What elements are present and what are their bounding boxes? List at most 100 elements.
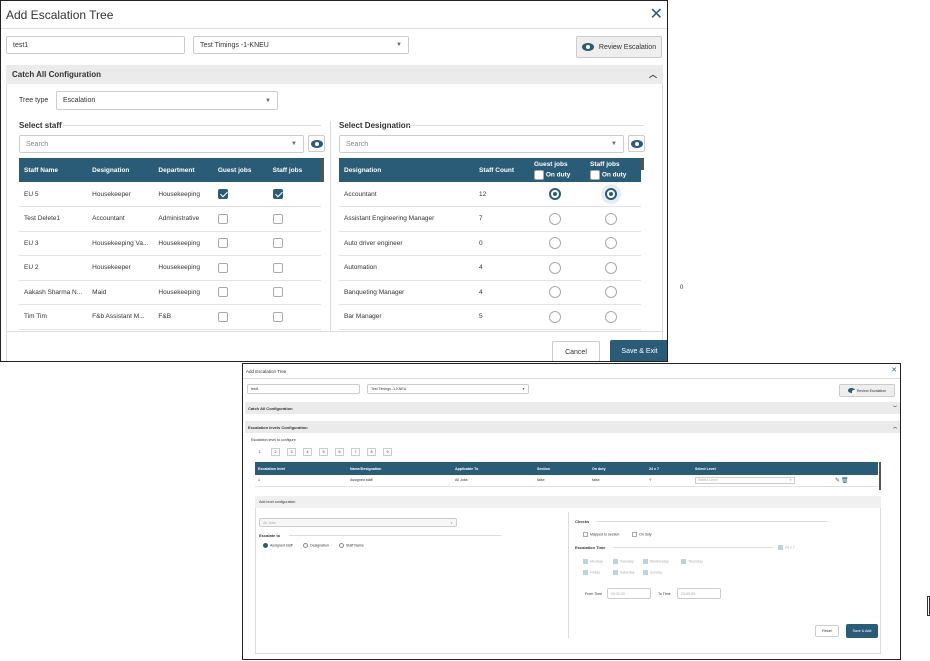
checkbox[interactable] (583, 532, 588, 537)
checkbox[interactable] (583, 570, 588, 575)
designation-review-button[interactable] (628, 135, 645, 152)
staff-jobs-radio[interactable] (605, 286, 617, 299)
cancel-button[interactable]: Cancel (552, 341, 600, 361)
staff-search-input[interactable]: Search ▼ (19, 135, 304, 153)
table-row[interactable]: Aakash Sharma N... Maid Housekeeping (19, 280, 321, 305)
checkbox[interactable] (643, 570, 648, 575)
staff-jobs-radio[interactable] (605, 188, 617, 200)
table-row[interactable]: EU 5 Housekeeper Housekeeping (19, 182, 321, 207)
checkbox[interactable] (643, 559, 648, 564)
table-row[interactable]: Auto driver engineer 0 (339, 231, 641, 256)
tree-name-input[interactable]: test1 (247, 384, 360, 394)
catch-all-section-header[interactable]: Catch All Configuration ﹀ (245, 402, 900, 414)
staff-jobs-checkbox[interactable] (272, 189, 283, 199)
staff-jobs-radio[interactable] (605, 237, 617, 250)
day-checkbox[interactable]: Wednesday (643, 559, 669, 564)
radio[interactable] (263, 543, 268, 548)
reset-button[interactable]: Reset (815, 625, 839, 637)
close-icon[interactable]: ✕ (650, 4, 663, 24)
checkbox[interactable] (632, 532, 637, 537)
level-button[interactable]: 2 (271, 448, 280, 456)
escalate-option-assigned[interactable]: Assigned staff (263, 543, 293, 548)
checkbox[interactable] (590, 169, 600, 180)
catch-all-section-header[interactable]: Catch All Configuration ︿ (6, 65, 663, 84)
checkbox[interactable] (613, 559, 618, 564)
levels-section-header[interactable]: Escalation levels Configuration ︿ (245, 421, 900, 433)
escalate-option-staff[interactable]: Staff Name (339, 543, 364, 548)
guest-jobs-checkbox[interactable] (217, 238, 228, 249)
guest-jobs-radio[interactable] (549, 237, 561, 250)
applicable-to-select[interactable]: All Jobs ▼ (259, 518, 457, 527)
scrollbar[interactable] (641, 158, 644, 170)
level-button[interactable]: 8 (367, 448, 376, 456)
day-checkbox[interactable]: Sunday (643, 570, 662, 575)
to-time-input[interactable]: 23:59:59 (677, 588, 721, 599)
table-row[interactable]: EU 2 Housekeeper Housekeeping (19, 255, 321, 281)
table-row[interactable]: Test Delete1 Accountant Administrative (19, 206, 321, 232)
guest-jobs-radio[interactable] (549, 212, 561, 225)
table-row[interactable]: EU 3 Housekeeping Va... Housekeeping (19, 231, 321, 256)
save-exit-button[interactable]: Save & Exit (610, 340, 667, 361)
day-checkbox[interactable]: Monday (583, 559, 603, 564)
scrollbar[interactable] (321, 158, 324, 182)
guest-jobs-radio[interactable] (549, 188, 561, 200)
guest-jobs-checkbox[interactable] (217, 189, 228, 199)
level-button[interactable]: 6 (335, 448, 344, 456)
staff-jobs-checkbox[interactable] (272, 213, 283, 224)
review-escalation-button[interactable]: Review Escalation (576, 36, 662, 58)
guest-on-duty-toggle[interactable]: On duty (534, 169, 580, 180)
edit-icon[interactable]: ✎ (835, 478, 840, 484)
guest-jobs-radio[interactable] (549, 310, 561, 323)
table-row[interactable]: Tim Tim F&b Assistant M... F&B (19, 304, 321, 330)
staff-jobs-radio[interactable] (605, 310, 617, 323)
level-button[interactable]: 4 (303, 448, 312, 456)
staff-jobs-checkbox[interactable] (272, 287, 283, 298)
staff-jobs-checkbox[interactable] (272, 238, 283, 249)
guest-jobs-radio[interactable] (549, 286, 561, 299)
checkbox[interactable] (778, 545, 783, 550)
guest-jobs-radio[interactable] (549, 261, 561, 274)
review-escalation-button[interactable]: Review Escalation (839, 384, 895, 397)
timing-select[interactable]: Test Timings -1-KNEU ▼ (193, 36, 409, 54)
table-row[interactable]: 1 Assigned staff All Jobs false false Y Select… (255, 475, 878, 487)
guest-jobs-checkbox[interactable] (217, 287, 228, 298)
save-add-button[interactable]: Save & Add (846, 624, 878, 638)
escalate-option-designation[interactable]: Designation (303, 543, 329, 548)
designation-search-input[interactable]: Search ▼ (339, 135, 624, 153)
from-time-input[interactable]: 00:00:00 (607, 588, 651, 599)
checkbox[interactable] (681, 559, 686, 564)
select-level-dropdown[interactable]: Select Level ▼ (695, 476, 795, 484)
level-button[interactable]: 9 (383, 448, 392, 456)
guest-jobs-checkbox[interactable] (217, 311, 228, 322)
guest-jobs-checkbox[interactable] (217, 213, 228, 224)
table-row[interactable]: Assistant Engineering Manager 7 (339, 206, 641, 232)
staff-jobs-checkbox[interactable] (272, 262, 283, 273)
level-button[interactable]: 3 (287, 448, 296, 456)
table-row[interactable]: Banqueting Manager 4 (339, 280, 641, 305)
tree-type-select[interactable]: Escalation ▼ (56, 91, 278, 110)
radio[interactable] (303, 543, 308, 548)
staff-on-duty-toggle[interactable]: On duty (590, 169, 636, 180)
scrollbar[interactable] (879, 462, 881, 490)
check-mapped-section[interactable]: Mapped to section (583, 532, 619, 537)
staff-jobs-radio[interactable] (605, 212, 617, 225)
table-row[interactable]: Accountant 12 (339, 182, 641, 207)
delete-icon[interactable]: 🗑 (841, 478, 849, 484)
staff-jobs-radio[interactable] (605, 261, 617, 274)
all-day-toggle[interactable]: 24 x 7 (778, 545, 795, 550)
tree-name-input[interactable]: test1 (6, 36, 185, 54)
checkbox[interactable] (534, 169, 544, 180)
day-checkbox[interactable]: Saturday (613, 570, 634, 575)
day-checkbox[interactable]: Tuesday (613, 559, 634, 564)
table-row[interactable]: Automation 4 (339, 255, 641, 281)
staff-jobs-checkbox[interactable] (272, 311, 283, 322)
staff-review-button[interactable] (308, 135, 325, 152)
day-checkbox[interactable]: Friday (583, 570, 600, 575)
checkbox[interactable] (613, 570, 618, 575)
level-button[interactable]: 5 (319, 448, 328, 456)
guest-jobs-checkbox[interactable] (217, 262, 228, 273)
level-button[interactable]: 1 (255, 448, 264, 456)
checkbox[interactable] (583, 559, 588, 564)
day-checkbox[interactable]: Thursday (681, 559, 703, 564)
level-button[interactable]: 7 (351, 448, 360, 456)
